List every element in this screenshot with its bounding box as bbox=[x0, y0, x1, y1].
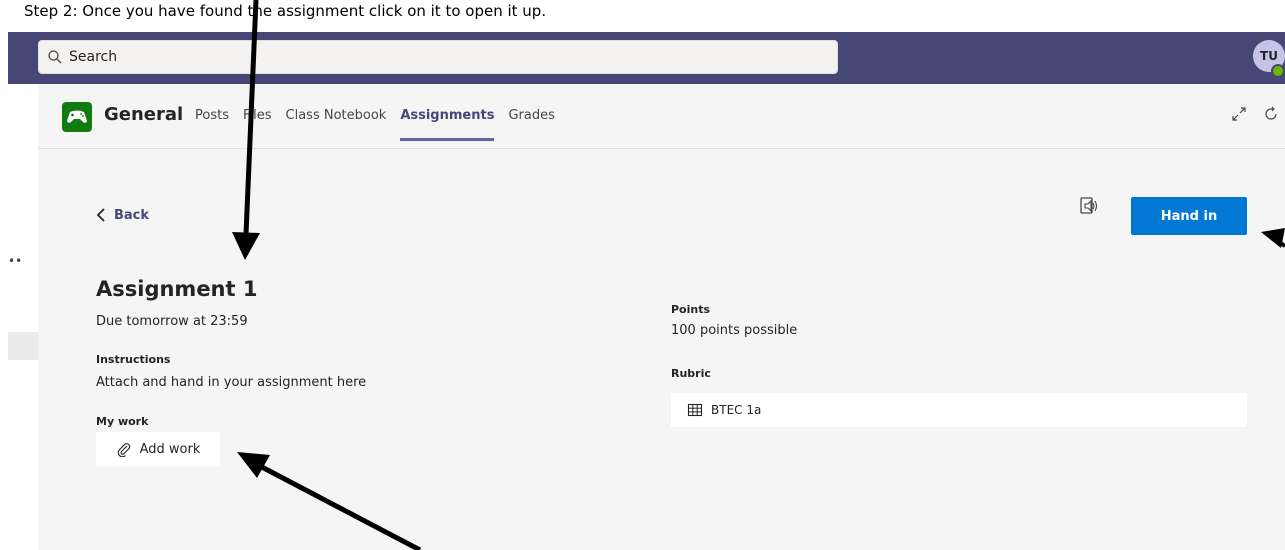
rubric-label: Rubric bbox=[671, 367, 711, 380]
immersive-reader-icon[interactable] bbox=[1078, 195, 1100, 217]
back-label: Back bbox=[114, 207, 150, 223]
search-icon bbox=[48, 50, 62, 64]
refresh-icon[interactable] bbox=[1263, 106, 1279, 122]
add-work-button[interactable]: Add work bbox=[96, 432, 220, 466]
add-work-label: Add work bbox=[139, 441, 201, 457]
my-work-label: My work bbox=[96, 415, 149, 428]
chevron-left-icon bbox=[96, 208, 105, 222]
points-value: 100 points possible bbox=[671, 323, 798, 338]
tab-class-notebook[interactable]: Class Notebook bbox=[286, 108, 387, 141]
channel-tabs: Posts Files Class Notebook Assignments G… bbox=[195, 108, 555, 141]
assignment-title: Assignment 1 bbox=[96, 277, 258, 301]
paperclip-icon bbox=[117, 443, 130, 457]
tab-grades[interactable]: Grades bbox=[508, 108, 554, 141]
search-input[interactable]: Search bbox=[38, 40, 838, 74]
channel-header: General Posts Files Class Notebook Assig… bbox=[38, 84, 1285, 149]
left-rail: •• bbox=[0, 84, 38, 550]
header-tools bbox=[1231, 106, 1279, 122]
tab-posts[interactable]: Posts bbox=[195, 108, 229, 141]
tab-files[interactable]: Files bbox=[243, 108, 272, 141]
team-logo-icon bbox=[62, 102, 92, 132]
hand-in-button[interactable]: Hand in bbox=[1131, 197, 1247, 235]
tab-assignments[interactable]: Assignments bbox=[400, 108, 495, 141]
points-label: Points bbox=[671, 303, 711, 316]
assignment-detail: Back Hand in Assignment 1 Due tomorrow a… bbox=[38, 149, 1285, 550]
teams-window: Search TU •• General Posts Files Class N… bbox=[0, 28, 1285, 550]
rail-selected-item[interactable] bbox=[8, 332, 38, 360]
back-button[interactable]: Back bbox=[96, 207, 149, 223]
due-date: Due tomorrow at 23:59 bbox=[96, 314, 248, 329]
rubric-name: BTEC 1a bbox=[711, 403, 762, 417]
rubric-item[interactable]: BTEC 1a bbox=[671, 393, 1247, 427]
search-placeholder: Search bbox=[69, 49, 118, 65]
instructions-text: Attach and hand in your assignment here bbox=[96, 375, 367, 390]
presence-status-icon bbox=[1271, 64, 1285, 78]
more-options-icon[interactable]: •• bbox=[8, 254, 22, 268]
table-icon bbox=[687, 403, 703, 417]
top-bar: Search TU bbox=[8, 32, 1285, 84]
channel-title: General bbox=[104, 104, 184, 125]
expand-icon[interactable] bbox=[1231, 106, 1247, 122]
instructions-label: Instructions bbox=[96, 353, 171, 366]
instruction-caption: Step 2: Once you have found the assignme… bbox=[24, 2, 547, 20]
